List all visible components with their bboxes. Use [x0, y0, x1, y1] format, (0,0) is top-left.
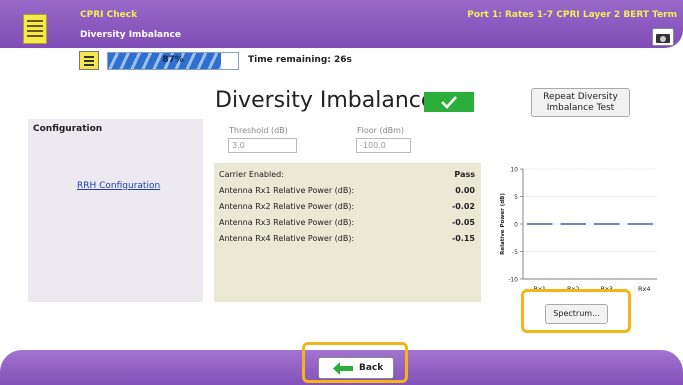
result-value: 0.00	[455, 186, 475, 195]
y-tick-label: 5	[514, 194, 518, 201]
threshold-input[interactable]: 3.0	[228, 138, 297, 153]
y-tick-label: -10	[508, 277, 518, 284]
bar-mark	[594, 223, 620, 225]
check-icon	[441, 96, 457, 109]
back-arrow-icon	[333, 362, 353, 375]
back-label: Back	[359, 363, 384, 373]
back-button[interactable]: Back	[318, 357, 394, 379]
spectrum-button[interactable]: Spectrum...	[545, 304, 608, 324]
repeat-test-button[interactable]: Repeat Diversity Imbalance Test	[531, 88, 630, 117]
progress-percent: 87%	[162, 55, 184, 65]
configuration-panel	[28, 119, 203, 302]
bar-mark	[560, 223, 586, 225]
port-info: Port 1: Rates 1-7 CPRI Layer 2 BERT Term	[467, 10, 677, 20]
floor-label: Floor (dBm)	[357, 126, 405, 135]
app-title: CPRI Check	[80, 10, 138, 20]
result-value: Pass	[454, 170, 475, 179]
y-tick-label: 10	[510, 167, 518, 174]
pass-status-badge	[424, 92, 474, 112]
result-value: -0.05	[451, 218, 475, 227]
result-row: Antenna Rx3 Relative Power (dB): -0.05	[219, 218, 475, 230]
relative-power-chart: 1050-5-10Relative Power (dB)Rx1 Rx2 Rx3 Rx4	[500, 167, 657, 293]
result-row: Antenna Rx4 Relative Power (dB): -0.15	[219, 234, 475, 246]
result-label: Antenna Rx4 Relative Power (dB):	[219, 234, 355, 243]
list-icon[interactable]	[79, 51, 99, 70]
threshold-label: Threshold (dB)	[229, 126, 288, 135]
floor-input[interactable]: -100.0	[356, 138, 411, 153]
page-title: Diversity Imbalance:	[215, 88, 442, 113]
result-label: Antenna Rx2 Relative Power (dB):	[219, 202, 355, 211]
configuration-title: Configuration	[33, 124, 103, 134]
menu-icon[interactable]	[23, 14, 47, 44]
time-remaining: Time remaining: 26s	[248, 55, 352, 65]
result-row: Antenna Rx1 Relative Power (dB): 0.00	[219, 186, 475, 198]
result-label: Carrier Enabled:	[219, 170, 284, 179]
bar-mark	[527, 223, 553, 225]
page-subtitle: Diversity Imbalance	[80, 30, 181, 40]
bar-mark	[627, 223, 653, 225]
progress-bar: 87%	[107, 52, 239, 70]
header-bar	[0, 0, 683, 48]
result-label: Antenna Rx3 Relative Power (dB):	[219, 218, 355, 227]
y-tick-label: 0	[514, 222, 518, 229]
result-label: Antenna Rx1 Relative Power (dB):	[219, 186, 355, 195]
result-row: Antenna Rx2 Relative Power (dB): -0.02	[219, 202, 475, 214]
x-tick-label: Rx4	[638, 285, 651, 293]
y-axis-label: Relative Power (dB)	[500, 193, 506, 255]
result-value: -0.02	[451, 202, 475, 211]
camera-icon[interactable]	[652, 28, 674, 46]
results-panel	[214, 163, 481, 302]
result-row: Carrier Enabled: Pass	[219, 170, 475, 182]
y-tick-label: -5	[512, 249, 518, 256]
result-value: -0.15	[451, 234, 475, 243]
rrh-configuration-link[interactable]: RRH Configuration	[77, 181, 160, 191]
